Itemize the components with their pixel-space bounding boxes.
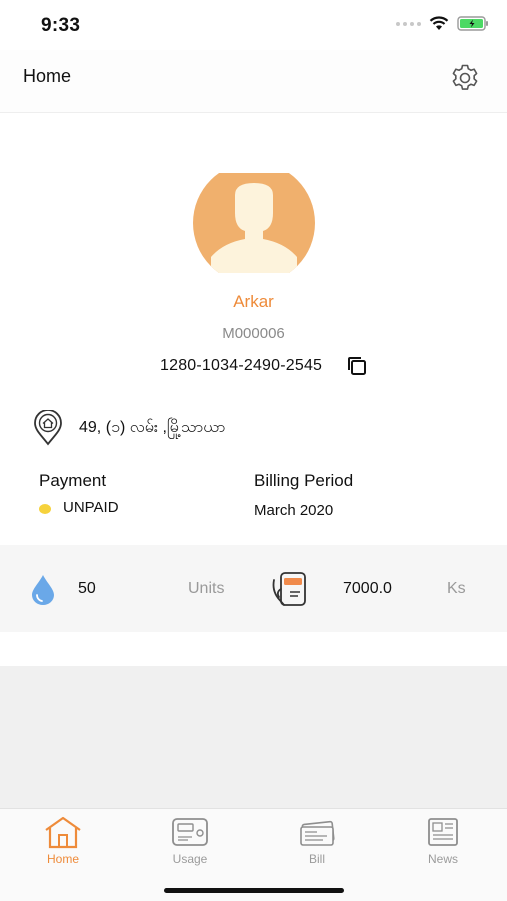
signal-icon — [396, 21, 421, 26]
tab-home-label: Home — [46, 852, 79, 866]
gear-icon — [452, 64, 478, 90]
payment-status: UNPAID — [63, 499, 119, 516]
usage-summary: 50 Units 7000.0 Ks — [0, 545, 507, 632]
avatar — [192, 162, 315, 284]
amount-value: 7000.0 — [343, 580, 392, 597]
tab-news-label: News — [427, 852, 458, 866]
payment-status-dot — [39, 504, 51, 514]
tab-usage-label: Usage — [172, 852, 208, 866]
user-avatar-icon — [192, 162, 315, 284]
billing-period-value: March 2020 — [254, 502, 334, 519]
tab-news[interactable]: News — [398, 815, 488, 866]
header: Home — [0, 50, 507, 113]
home-location-pin-icon — [34, 410, 62, 446]
water-drop-icon — [32, 575, 54, 605]
meter-icon — [172, 818, 208, 846]
home-indicator — [164, 888, 344, 893]
page-title: Home — [23, 66, 72, 86]
account-row: 1280-1034-2490-2545 — [160, 355, 368, 377]
status-icons — [396, 16, 489, 31]
tab-bill[interactable]: Bill — [272, 815, 362, 866]
member-id: M000006 — [222, 325, 285, 342]
payment-label: Payment — [39, 471, 107, 490]
battery-icon — [457, 16, 488, 31]
wifi-icon — [429, 16, 449, 30]
user-name: Arkar — [233, 292, 274, 311]
units-label: Units — [188, 580, 225, 597]
tab-bar: Home Usage Bill News — [0, 808, 507, 901]
copy-icon — [348, 357, 367, 375]
tab-usage[interactable]: Usage — [145, 815, 235, 866]
bill-icon — [300, 820, 335, 846]
settings-button[interactable] — [449, 62, 481, 94]
address-text: 49, (၁) လမ်း ,မြို့သာယာ — [79, 419, 226, 436]
tab-home[interactable]: Home — [18, 815, 108, 866]
tab-bill-label: Bill — [308, 852, 325, 866]
house-icon — [45, 816, 81, 849]
address-row: 49, (၁) လမ်း ,မြို့သာယာ — [33, 410, 225, 446]
account-number: 1280-1034-2490-2545 — [160, 357, 323, 374]
status-time: 9:33 — [41, 15, 81, 36]
mobile-payment-icon — [272, 572, 306, 606]
billing-period-label: Billing Period — [254, 471, 354, 490]
newspaper-icon — [428, 818, 458, 846]
empty-content-area — [0, 666, 507, 808]
profile-section — [0, 162, 507, 284]
copy-button[interactable] — [346, 355, 368, 377]
currency-label: Ks — [447, 580, 466, 597]
status-bar: 9:33 — [0, 0, 507, 50]
units-value: 50 — [78, 580, 96, 597]
